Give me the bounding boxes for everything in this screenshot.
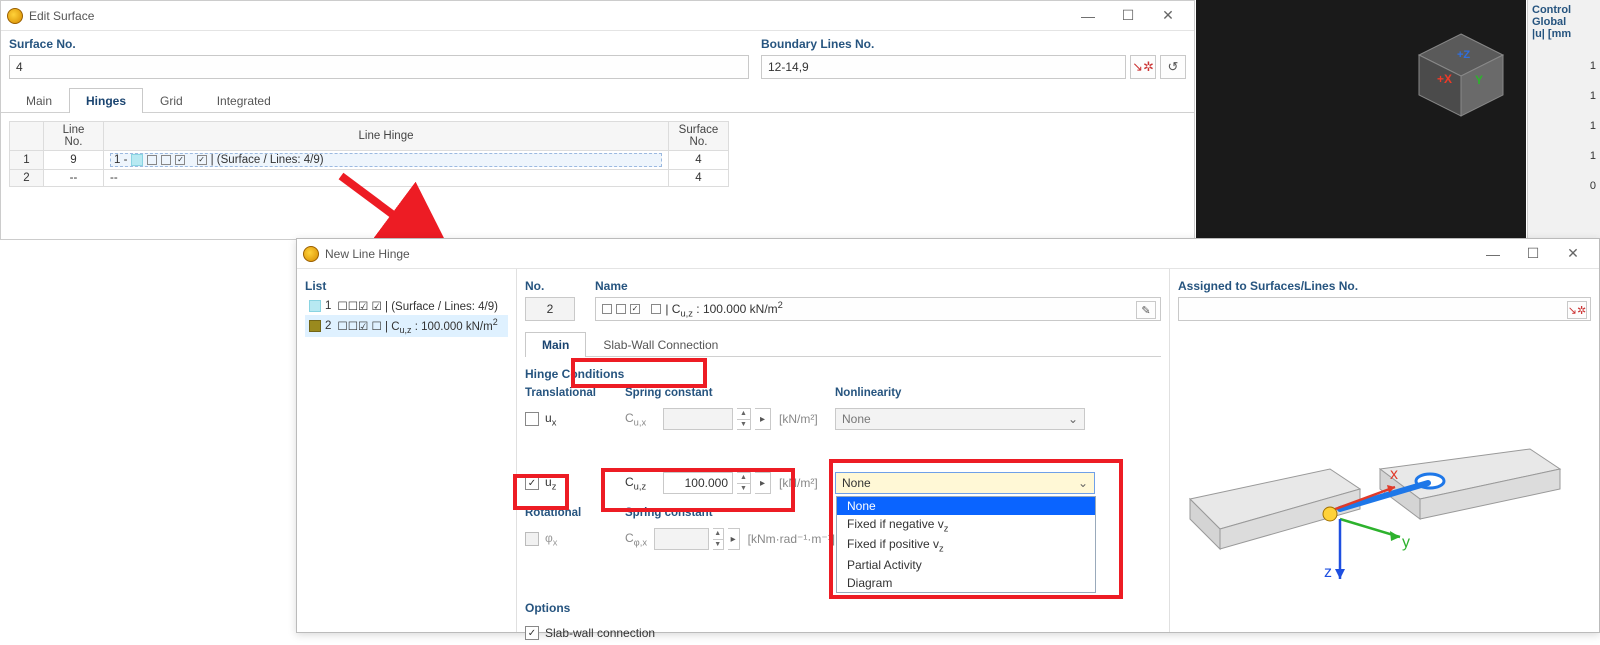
window-title: New Line Hinge [325,247,1473,261]
svg-text:y: y [1402,534,1410,551]
hinge-diagram-icon: x y z [1180,369,1580,629]
close-button[interactable]: ✕ [1148,2,1188,30]
list-label: List [305,279,508,293]
swatch-icon [309,300,321,312]
svg-text:+X: +X [1437,72,1452,86]
surface-no-input[interactable]: 4 [9,55,749,79]
translational-label: Translational [525,387,625,399]
tab-main[interactable]: Main [525,332,586,357]
titlebar: Edit Surface — ☐ ✕ [1,1,1194,31]
expand-button[interactable]: ▸ [755,472,771,494]
cux-spring-input: Cu,x ▲▼ ▸ [kN/m²] [625,407,835,431]
svg-text:+Z: +Z [1457,49,1470,61]
phix-checkbox-row[interactable]: φx [525,527,625,551]
list-item[interactable]: 2 ☐☐☑ ☐ | Cu,z : 100.000 kN/m2 [305,315,508,337]
nonlinearity-dropdown[interactable]: None Fixed if negative vz Fixed if posit… [836,496,1096,593]
cphix-spring-input: Cφ,x ▲▼ ▸ [kNm·rad⁻¹·m⁻¹] [625,527,835,551]
nonlinearity-ux-combo: None⌄ [835,408,1085,430]
name-input[interactable]: ✓ | Cu,z : 100.000 kN/m2 ✎ [595,297,1161,321]
app-icon [303,246,319,262]
svg-text:Y: Y [1475,73,1483,87]
hinges-grid[interactable]: LineNo. Line Hinge SurfaceNo. 1 9 1 - ✓ … [9,121,729,187]
rotational-label: Rotational [525,507,625,519]
dropdown-option[interactable]: Fixed if positive vz [837,535,1095,555]
pick-lines-button[interactable]: ↘✲ [1130,55,1156,79]
viewport-3d[interactable]: +X Y +Z [1196,0,1526,240]
dropdown-option[interactable]: Partial Activity [837,556,1095,574]
pick-icon: ↘✲ [1132,59,1154,75]
dropdown-option[interactable]: None [837,497,1095,515]
table-row[interactable]: 2 -- -- 4 [10,170,729,187]
titlebar: New Line Hinge — ☐ ✕ [297,239,1599,269]
pick-assignment-button[interactable]: ↘✲ [1567,301,1587,319]
boundary-lines-label: Boundary Lines No. [761,37,1186,51]
control-panel: Control Global |u| [mm 1 1 1 1 0 [1527,0,1600,240]
slab-wall-checkbox[interactable]: ✓ Slab-wall connection [525,621,1161,645]
tab-bar: Main Slab-Wall Connection [525,331,1161,357]
nonlinearity-uz-combo[interactable]: None⌄ None Fixed if negative vz Fixed if… [835,472,1095,494]
spring-constant-rot-label: Spring constant [625,507,835,519]
minimize-button[interactable]: — [1473,240,1513,268]
control-title: Control [1532,4,1596,16]
tab-main[interactable]: Main [9,88,69,113]
options-title: Options [525,601,1161,615]
minimize-button[interactable]: — [1068,2,1108,30]
spring-constant-label: Spring constant [625,387,835,399]
line-hinge-cell[interactable]: 1 - ✓ ✓ | (Surface / Lines: 4/9) [104,151,669,170]
edit-name-button[interactable]: ✎ [1136,301,1156,319]
table-row[interactable]: 1 9 1 - ✓ ✓ | (Surface / Lines: 4/9) 4 [10,151,729,170]
name-label: Name [595,279,1161,293]
checkbox-icon[interactable] [525,412,539,426]
maximize-button[interactable]: ☐ [1513,240,1553,268]
orientation-cube-icon[interactable]: +X Y +Z [1411,30,1511,120]
col-line-no: LineNo. [44,122,104,151]
revert-icon: ↺ [1168,59,1179,75]
list-item[interactable]: 1 ☐☐☑ ☑ | (Surface / Lines: 4/9) [305,297,508,315]
surface-no-label: Surface No. [9,37,749,51]
app-icon [7,8,23,24]
cuz-spring-input[interactable]: Cu,z 100.000 ▲▼ ▸ [kN/m²] [625,471,835,495]
hinge-conditions-title: Hinge Conditions [525,367,1161,381]
edit-surface-window: Edit Surface — ☐ ✕ Surface No. 4 Boundar… [0,0,1195,240]
assigned-panel: Assigned to Surfaces/Lines No. ↘✲ x [1169,269,1599,632]
nonlinearity-label: Nonlinearity [835,387,1115,399]
col-line-hinge: Line Hinge [104,122,669,151]
dropdown-option[interactable]: Diagram [837,574,1095,592]
tab-slab-wall[interactable]: Slab-Wall Connection [586,332,735,357]
col-surface-no: SurfaceNo. [669,122,729,151]
no-label: No. [525,279,575,293]
window-title: Edit Surface [29,9,1068,23]
dropdown-option[interactable]: Fixed if negative vz [837,515,1095,535]
new-line-hinge-window: New Line Hinge — ☐ ✕ List 1 ☐☐☑ ☑ | (Sur… [296,238,1600,633]
checkbox-icon[interactable]: ✓ [525,626,539,640]
tab-bar: Main Hinges Grid Integrated [1,87,1194,113]
assigned-label: Assigned to Surfaces/Lines No. [1178,279,1591,293]
maximize-button[interactable]: ☐ [1108,2,1148,30]
assigned-input[interactable]: ↘✲ [1178,297,1591,321]
boundary-lines-input[interactable]: 12-14,9 [761,55,1126,79]
svg-text:x: x [1390,466,1398,483]
svg-text:z: z [1324,564,1332,581]
swatch-icon [309,320,321,332]
checkbox-icon [525,532,539,546]
tab-integrated[interactable]: Integrated [200,88,288,113]
tab-grid[interactable]: Grid [143,88,200,113]
list-panel: List 1 ☐☐☑ ☑ | (Surface / Lines: 4/9) 2 … [297,269,517,632]
close-button[interactable]: ✕ [1553,240,1593,268]
ux-checkbox-row[interactable]: ux [525,407,625,431]
main-panel: No. 2 Name ✓ | Cu,z : 100.000 kN/m2 ✎ Ma… [517,269,1169,632]
uz-checkbox-row[interactable]: ✓ uz [525,471,625,495]
tab-hinges[interactable]: Hinges [69,88,143,113]
revert-button[interactable]: ↺ [1160,55,1186,79]
no-input[interactable]: 2 [525,297,575,321]
spinner-buttons[interactable]: ▲▼ [737,472,751,494]
checkbox-icon[interactable]: ✓ [525,476,539,490]
swatch-icon [131,154,143,166]
